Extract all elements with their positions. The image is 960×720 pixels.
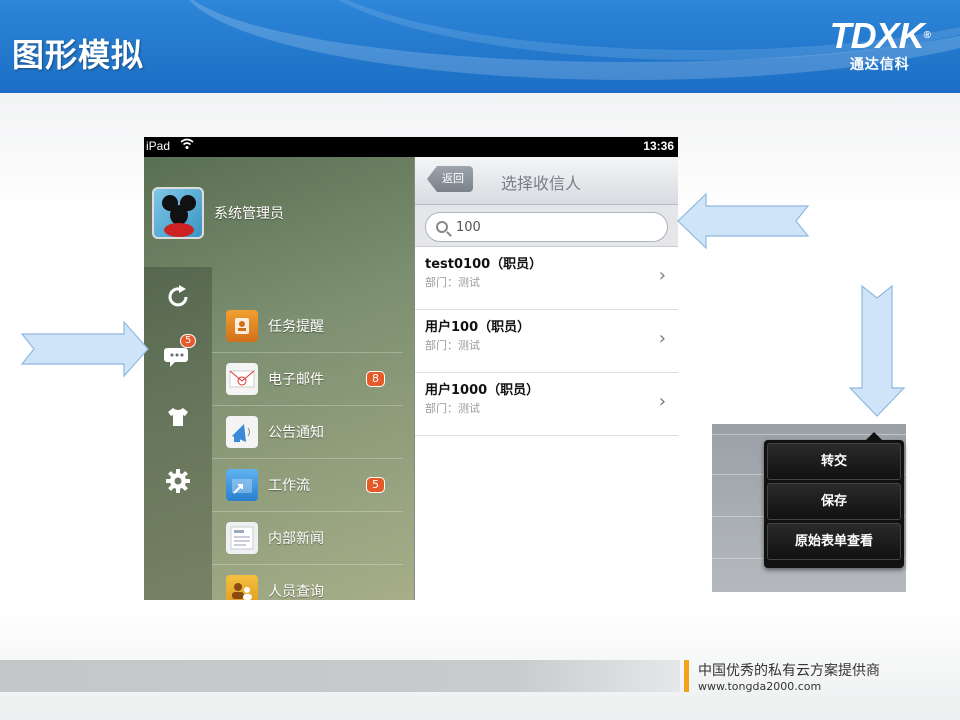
list-item[interactable]: test0100（职员） 部门：测试 ›: [415, 247, 678, 310]
mail-badge: 8: [366, 371, 385, 387]
menu-item-mail[interactable]: 电子邮件 8: [212, 353, 403, 406]
chevron-right-icon: ›: [658, 265, 666, 286]
contact-name: 用户100（职员）: [425, 320, 531, 335]
search-value: 100: [456, 219, 481, 235]
contact-name: 用户1000（职员）: [425, 383, 540, 398]
footer-url: www.tongda2000.com: [698, 680, 822, 693]
menu-item-people[interactable]: 人员查询: [212, 565, 403, 600]
contact-dept: 部门：测试: [425, 402, 480, 415]
footer-bar: [0, 660, 680, 692]
contact-dept: 部门：测试: [425, 276, 480, 289]
menu-label: 任务提醒: [268, 319, 324, 335]
popover-screenshot: 转交 保存 原始表单查看: [712, 424, 906, 592]
menu-label: 人员查询: [268, 584, 324, 600]
wifi-icon: [180, 138, 194, 153]
contact-dept: 部门：测试: [425, 339, 480, 352]
contact-name: test0100（职员）: [425, 257, 543, 272]
arrow-down-icon: [848, 284, 906, 417]
menu-item-task[interactable]: 任务提醒: [212, 300, 403, 353]
task-icon: [226, 310, 258, 342]
search-icon: [436, 221, 448, 233]
user-name: 系统管理员: [214, 206, 284, 222]
transfer-button[interactable]: 转交: [767, 443, 901, 480]
menu-item-news[interactable]: 内部新闻: [212, 512, 403, 565]
tshirt-icon[interactable]: [162, 403, 194, 435]
menu-label: 公告通知: [268, 425, 324, 441]
list-item[interactable]: 用户100（职员） 部门：测试 ›: [415, 310, 678, 373]
ipad-screen: iPad 13:36 系统管理员 5 任务提醒 电子邮件 8 公告通知 工作流 …: [144, 137, 678, 600]
page-title: 选择收信人: [501, 174, 582, 193]
mail-icon: [226, 363, 258, 395]
list-item[interactable]: 用户1000（职员） 部门：测试 ›: [415, 373, 678, 436]
arrow-left-icon: [677, 192, 810, 250]
chevron-right-icon: ›: [658, 328, 666, 349]
workflow-badge: 5: [366, 477, 385, 493]
footer-slogan: 中国优秀的私有云方案提供商: [698, 663, 880, 679]
menu-label: 工作流: [268, 478, 310, 494]
menu-label: 内部新闻: [268, 531, 324, 547]
footer-divider: [684, 660, 689, 692]
brand-logo-text: TDXK®: [829, 15, 931, 56]
device-name: iPad: [146, 139, 171, 153]
search-bar: 100: [415, 205, 678, 247]
avatar[interactable]: [152, 187, 204, 239]
workflow-icon: [226, 469, 258, 501]
menu-item-notice[interactable]: 公告通知: [212, 406, 403, 459]
save-button[interactable]: 保存: [767, 483, 901, 520]
left-panel: 系统管理员 5 任务提醒 电子邮件 8 公告通知 工作流 5 内部新闻 人员查询: [144, 157, 414, 600]
notice-icon: [226, 416, 258, 448]
view-original-form-button[interactable]: 原始表单查看: [767, 523, 901, 560]
slide-header: 图形模拟 TDXK® 通达信科: [0, 0, 960, 93]
chat-badge: 5: [180, 334, 197, 348]
main-menu: 任务提醒 电子邮件 8 公告通知 工作流 5 内部新闻 人员查询: [212, 300, 403, 600]
user-profile[interactable]: 系统管理员: [152, 187, 284, 239]
brand-name: 通达信科: [849, 57, 910, 73]
refresh-icon[interactable]: [162, 283, 194, 315]
search-input[interactable]: 100: [425, 212, 668, 242]
recipient-navbar: 返回 选择收信人: [415, 157, 678, 205]
people-icon: [226, 575, 258, 600]
gear-icon[interactable]: [162, 467, 194, 499]
icon-rail: 5: [144, 267, 212, 600]
brand-logo: TDXK® 通达信科: [829, 15, 931, 74]
back-button[interactable]: 返回: [427, 166, 473, 192]
news-icon: [226, 522, 258, 554]
arrow-right-icon: [20, 320, 149, 378]
recipient-panel: 返回 选择收信人 100 test0100（职员） 部门：测试 › 用户100（…: [414, 157, 678, 600]
action-popover: 转交 保存 原始表单查看: [764, 432, 904, 568]
menu-item-workflow[interactable]: 工作流 5: [212, 459, 403, 512]
status-time: 13:36: [643, 139, 674, 153]
menu-label: 电子邮件: [268, 372, 324, 388]
status-bar: iPad 13:36: [144, 137, 678, 157]
chevron-right-icon: ›: [658, 391, 666, 412]
slide-title: 图形模拟: [12, 36, 145, 74]
